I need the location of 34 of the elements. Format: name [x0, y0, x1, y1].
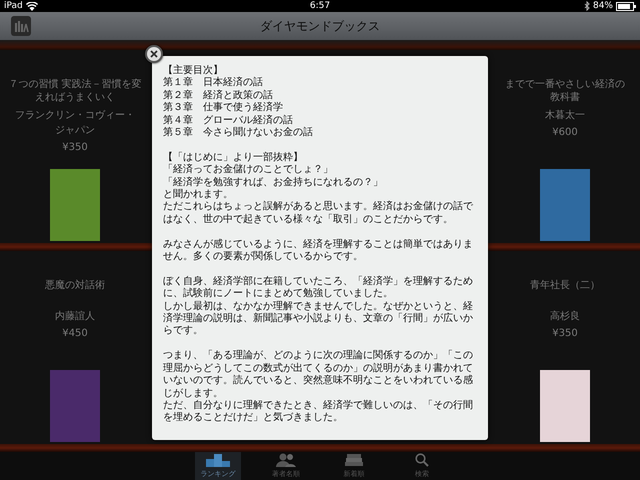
description-text: ぼく自身、経済学部に在籍していたころ、「経済学」を理解するため に、試験前にノートにまとめて勉強していました。 しかし最初は、なかなか理解できませんでした。なぜかというと、経 済学理論の説明は、新聞記事や小説よりも、文章の「行間」が広いか らです。: [163, 276, 474, 338]
description-text: 【主要目次】 第１章 日本経済の話 第２章 経済と政策の話 第３章 仕事で使う経済学 第４章 グローバル経済の話 第５章 今さら聞けないお金の話: [163, 65, 314, 140]
books-icon: [344, 453, 364, 467]
book-author: 内藤誼人: [55, 310, 95, 324]
book-price: ¥350: [62, 142, 88, 153]
book-price: ¥350: [552, 328, 578, 339]
book-price: ¥450: [62, 328, 88, 339]
battery-percent: 84%: [592, 1, 613, 11]
book-price: ¥600: [552, 127, 578, 138]
search-icon: [415, 453, 429, 467]
book-cover[interactable]: [540, 169, 590, 241]
device-name: iPad: [4, 1, 23, 11]
close-icon: [150, 50, 158, 58]
book-title[interactable]: 青年社長（二）: [530, 279, 600, 305]
book-author: 高杉良: [550, 310, 580, 324]
bluetooth-icon: [584, 1, 590, 11]
battery-icon: [616, 2, 636, 10]
status-time: 6:57: [310, 1, 330, 11]
book-title[interactable]: 悪魔の対話術: [45, 279, 105, 305]
book-cover[interactable]: [540, 370, 590, 442]
book-cover[interactable]: [50, 169, 100, 241]
people-icon: [275, 453, 297, 467]
description-text: 【「はじめに」より一部抜粋】 「経済ってお金儲けのことでしょ？」 「経済学を勉強すれば、お金持ちになれるの？」 と聞かれます。 ただこれらはちょっと誤解があると思います。経済はお金儲けの話で はなく、世の中で起きている様々な「取引」のことだからです。: [163, 152, 474, 226]
book-title[interactable]: までで一番やさしい経済の 教科書: [505, 78, 625, 104]
book-cover[interactable]: [50, 370, 100, 442]
nav-title: ダイヤモンドブックス: [260, 18, 380, 34]
wifi-icon: [26, 2, 38, 10]
description-text: みなさんが感じているように、経済を理解することは簡単ではありま せん。多くの要素が関係しているからです。: [163, 238, 474, 264]
podium-icon: [206, 453, 230, 467]
book-author: フランクリン・コヴィー・ ジャパン: [15, 109, 135, 138]
books-app-icon[interactable]: [11, 16, 31, 36]
book-author: 木暮太一: [545, 108, 585, 123]
book-title[interactable]: ７つの習慣 実践法－習慣を変 えればうまくいく: [8, 78, 142, 104]
description-text: つまり、「ある理論が、どのように次の理論に関係するのか」「この 理屈からどうしてこの数式が出てくるのか」の説明があまり書かれて いないのです。読んでいると、突然意味不明なことをいわれている感 じがします。 ただ、自分なりに理解できたとき、経済学で難しいのは、「その行間 を埋めることだけだ」と気づきました。: [163, 350, 474, 425]
